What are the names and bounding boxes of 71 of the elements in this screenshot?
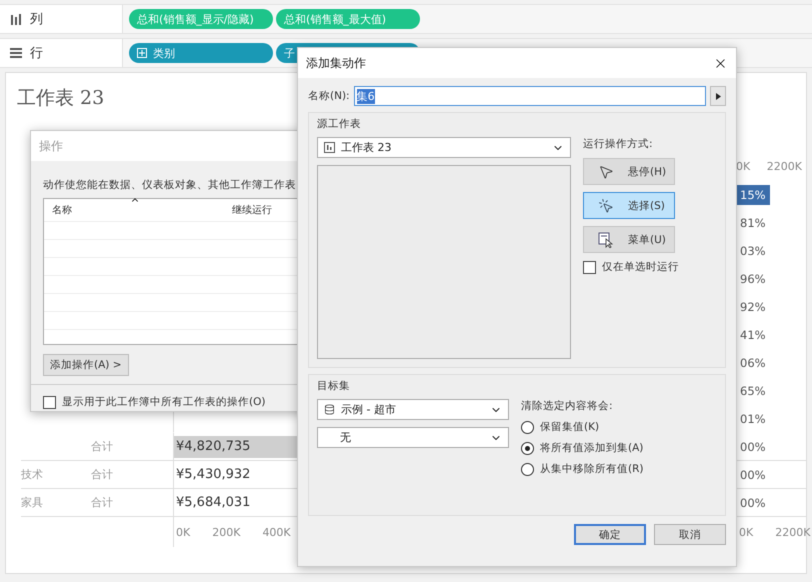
category-label: 技术 (21, 467, 43, 482)
percent-cell[interactable]: 00% (736, 492, 770, 512)
value-label: ¥5,430,932 (175, 467, 250, 482)
percent-cell[interactable]: 06% (736, 352, 770, 372)
dialog-title: 操作 (39, 138, 63, 154)
percent-cell[interactable]: 15% (736, 184, 770, 204)
radio-button[interactable] (521, 420, 534, 434)
percent-cell[interactable]: 92% (736, 296, 770, 316)
pointer-icon (598, 164, 614, 180)
run-mode-button[interactable]: 悬停(H) (583, 158, 675, 185)
run-mode-button[interactable]: 选择(S) (583, 192, 675, 219)
percent-cell[interactable]: 65% (736, 380, 770, 400)
data-source-select[interactable]: 示例 - 超市 (317, 399, 509, 420)
subtotal-label: 合计 (91, 495, 113, 510)
axis-tick: 400K (262, 526, 291, 538)
percent-cell[interactable]: 00% (736, 436, 770, 456)
radio-label: 将所有值添加到集(A) (540, 441, 644, 455)
axis-tick: 0K (736, 160, 750, 173)
axis-tick: 2200K (775, 526, 810, 538)
run-label: 运行操作方式: (583, 137, 654, 151)
shelf-label: 行 (30, 45, 43, 62)
axis-tick: 2200K (766, 160, 802, 173)
group-legend: 目标集 (317, 379, 717, 393)
name-label: 名称(N): (308, 89, 350, 103)
axis-tick: 200K (212, 526, 240, 538)
radio-label: 从集中移除所有值(R) (540, 462, 644, 476)
rows-icon (10, 48, 22, 58)
dialog-title: 添加集动作 (306, 54, 366, 72)
checkbox-label: 仅在单选时运行 (602, 260, 679, 274)
checkbox[interactable] (583, 260, 596, 274)
run-mode-button[interactable]: 菜单(U) (583, 226, 675, 253)
worksheet-title: 工作表 23 (17, 86, 104, 111)
percent-cell[interactable]: 00% (736, 464, 770, 484)
name-input[interactable]: 集6 (354, 86, 706, 106)
percent-cell[interactable]: 81% (736, 212, 770, 232)
percent-cell[interactable]: 41% (736, 324, 770, 344)
sheet-icon (324, 142, 335, 153)
checkbox[interactable] (43, 396, 56, 408)
radio-button[interactable] (521, 442, 534, 454)
shelf-label: 列 (30, 11, 43, 28)
axis-tick: 0K (176, 526, 190, 538)
click-pointer-icon (598, 198, 614, 214)
expand-icon (137, 48, 147, 58)
column-header[interactable]: 继续运行 (224, 203, 321, 217)
dialog-button[interactable]: 确定 (574, 524, 646, 545)
axis-tick: 0K (739, 526, 754, 538)
menu-pointer-icon (598, 232, 614, 248)
columns-icon (10, 14, 22, 24)
percent-cell[interactable]: 01% (736, 408, 770, 428)
name-value: 集6 (356, 88, 375, 104)
play-icon (716, 92, 720, 100)
checkbox-label: 显示用于此工作簿中所有工作表的操作(O) (62, 395, 266, 409)
sheet-select[interactable]: 工作表 23 (317, 137, 571, 158)
percent-cell[interactable]: 96% (736, 268, 770, 288)
subtotal-label: 合计 (91, 439, 113, 454)
expand-button[interactable] (710, 86, 726, 106)
database-icon (324, 404, 335, 415)
value-label: ¥5,684,031 (175, 495, 250, 510)
percent-cell[interactable]: 03% (736, 240, 770, 260)
description-text: 动作使您能在数据、仪表板对象、其他工作簿工作表 (43, 179, 296, 191)
add-action-button[interactable]: 添加操作(A) > (43, 354, 129, 376)
radio-button[interactable] (521, 462, 534, 476)
value-label: ¥4,820,735 (175, 439, 250, 454)
subtotal-label: 合计 (91, 467, 113, 482)
clear-label: 清除选定内容将会: (521, 399, 614, 413)
category-label: 家具 (21, 495, 43, 510)
group-legend: 源工作表 (317, 117, 717, 131)
set-select[interactable]: 无 (317, 427, 509, 448)
dialog-button[interactable]: 取消 (654, 524, 726, 545)
radio-label: 保留集值(K) (540, 420, 600, 434)
column-header[interactable]: 名称 (44, 203, 224, 217)
